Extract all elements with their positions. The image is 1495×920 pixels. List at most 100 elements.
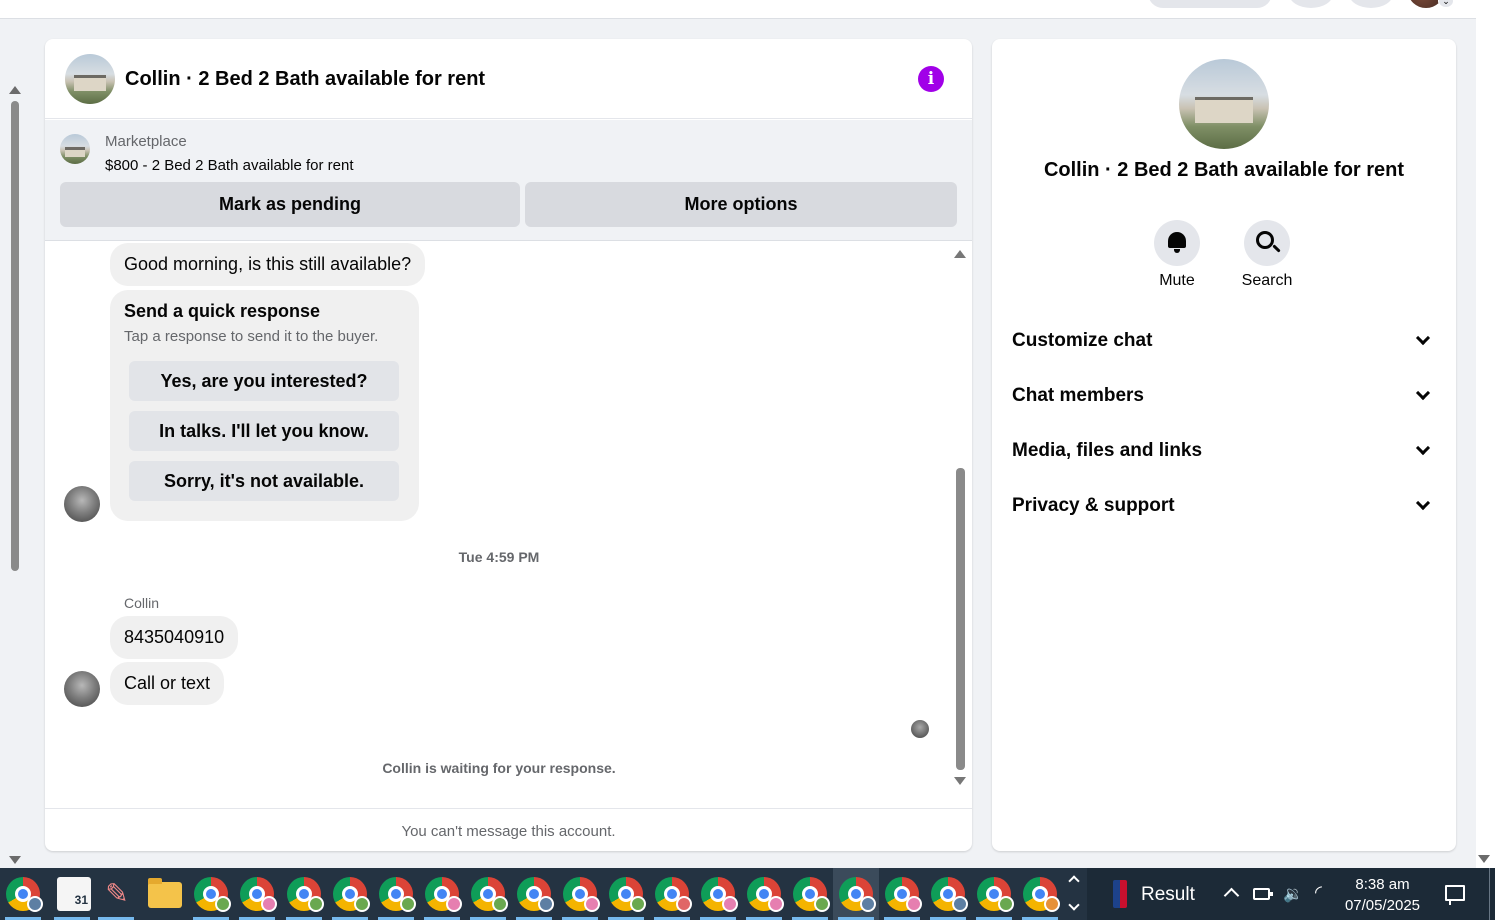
scroll-down-arrow-icon[interactable] [9, 856, 21, 864]
listing-thumbnail[interactable] [60, 134, 90, 164]
search-action[interactable]: Search [1232, 220, 1302, 290]
chrome-icon[interactable] [333, 877, 370, 912]
chrome-icon[interactable] [471, 877, 508, 912]
chrome-icon[interactable] [194, 877, 231, 912]
chrome-icon[interactable] [977, 877, 1014, 912]
mark-as-pending-button[interactable]: Mark as pending [60, 182, 520, 227]
wifi-icon[interactable]: ◜ [1315, 882, 1322, 903]
read-receipt-avatar [911, 720, 929, 738]
chevron-down-icon[interactable] [1068, 899, 1080, 911]
section-chat-members[interactable]: Chat members [1012, 376, 1436, 416]
section-customize-chat[interactable]: Customize chat [1012, 321, 1436, 361]
message-bubble: Call or text [110, 662, 225, 705]
info-title: Collin · 2 Bed 2 Bath available for rent [1043, 159, 1405, 181]
chrome-icon[interactable] [517, 877, 554, 912]
chrome-icon[interactable] [793, 877, 830, 912]
search-button[interactable] [1244, 220, 1290, 266]
section-media-files-links[interactable]: Media, files and links [1012, 431, 1436, 471]
scroll-down-arrow-icon[interactable] [954, 777, 966, 785]
sender-avatar[interactable] [64, 671, 100, 707]
quick-response-card: Send a quick response Tap a response to … [110, 290, 419, 521]
sender-name: Collin [124, 595, 160, 611]
right-scrollbar[interactable] [1476, 0, 1495, 868]
listing-source: Marketplace [105, 133, 187, 150]
quick-response-title: Send a quick response [124, 301, 321, 321]
message-timestamp: Tue 4:59 PM [458, 549, 540, 565]
chevron-down-icon [1415, 495, 1431, 511]
waiting-notice: Collin is waiting for your response. [382, 760, 616, 776]
calendar-app-icon[interactable]: 31 [57, 877, 91, 911]
notifications-button[interactable] [1349, 0, 1393, 8]
clock[interactable]: 8:38 am 07/05/2025 [1335, 874, 1430, 916]
search-icon [1256, 231, 1274, 249]
file-explorer-icon[interactable] [148, 878, 182, 908]
section-label: Chat members [1012, 385, 1144, 406]
chrome-icon[interactable] [1023, 877, 1060, 912]
top-nav-pill-button[interactable] [1148, 0, 1272, 8]
clock-date: 07/05/2025 [1344, 897, 1421, 914]
chrome-icon[interactable] [379, 877, 416, 912]
clock-time: 8:38 am [1355, 876, 1410, 893]
scrollbar-thumb[interactable] [11, 101, 19, 571]
widget-label[interactable]: Result [1141, 884, 1195, 906]
taskbar-app-icon[interactable] [6, 877, 43, 912]
show-hidden-icons-icon[interactable] [1223, 887, 1240, 904]
bell-icon [1168, 232, 1186, 253]
chevron-up-icon[interactable] [1068, 875, 1080, 887]
nba-icon[interactable] [1113, 880, 1127, 908]
chevron-down-icon [1415, 440, 1431, 456]
mute-action[interactable]: Mute [1142, 220, 1212, 290]
chat-header: Collin · 2 Bed 2 Bath available for rent… [45, 39, 972, 119]
quick-response-subtitle: Tap a response to send it to the buyer. [124, 328, 379, 345]
scroll-up-arrow-icon[interactable] [954, 250, 966, 258]
chrome-icon[interactable] [563, 877, 600, 912]
chat-panel: Collin · 2 Bed 2 Bath available for rent… [45, 39, 972, 851]
section-privacy-support[interactable]: Privacy & support [1012, 486, 1436, 526]
sender-avatar[interactable] [64, 486, 100, 522]
chevron-down-icon [1415, 385, 1431, 401]
chevron-down-icon[interactable]: ⌄ [1438, 0, 1454, 8]
paint-app-icon[interactable]: ✎ [100, 877, 134, 911]
chrome-icon[interactable] [240, 877, 277, 912]
section-label: Media, files and links [1012, 440, 1203, 461]
show-desktop-button[interactable] [1489, 868, 1490, 920]
listing-description[interactable]: $800 - 2 Bed 2 Bath available for rent [105, 157, 354, 174]
mute-button[interactable] [1154, 220, 1200, 266]
cannot-message-notice: You can't message this account. [45, 808, 972, 851]
section-label: Privacy & support [1012, 495, 1175, 516]
quick-response-in-talks-button[interactable]: In talks. I'll let you know. [129, 411, 399, 451]
message-list: Good morning, is this still available? S… [45, 242, 972, 808]
listing-avatar[interactable] [65, 54, 115, 104]
chrome-icon[interactable] [885, 877, 922, 912]
top-navigation-bar: ⌄ [0, 0, 1476, 19]
message-bubble: 8435040910 [110, 616, 239, 659]
listing-avatar-large[interactable] [1179, 59, 1269, 149]
page-scrollbar[interactable] [0, 19, 26, 868]
quick-response-interested-button[interactable]: Yes, are you interested? [129, 361, 399, 401]
chrome-icon[interactable] [931, 877, 968, 912]
scrollbar-thumb[interactable] [956, 468, 965, 770]
volume-icon[interactable]: 🔉 [1283, 884, 1303, 904]
calendar-date: 31 [74, 893, 88, 907]
chrome-icon[interactable] [839, 877, 876, 912]
info-icon[interactable]: i [918, 66, 944, 92]
mute-label: Mute [1159, 272, 1195, 289]
battery-icon[interactable] [1253, 888, 1273, 900]
chrome-icon[interactable] [287, 877, 324, 912]
chrome-icon[interactable] [655, 877, 692, 912]
chevron-down-icon [1415, 330, 1431, 346]
chat-title[interactable]: Collin · 2 Bed 2 Bath available for rent [125, 68, 485, 91]
chrome-icon[interactable] [609, 877, 646, 912]
quick-response-not-available-button[interactable]: Sorry, it's not available. [129, 461, 399, 501]
chrome-icon[interactable] [425, 877, 462, 912]
chrome-icon[interactable] [701, 877, 738, 912]
chrome-icon[interactable] [747, 877, 784, 912]
scroll-down-arrow-icon[interactable] [1478, 855, 1490, 863]
taskbar-scroll[interactable] [1066, 868, 1086, 920]
scroll-up-arrow-icon[interactable] [9, 86, 21, 94]
search-label: Search [1241, 272, 1293, 289]
menu-button[interactable] [1289, 0, 1333, 8]
notification-center-icon[interactable] [1445, 885, 1465, 905]
more-options-button[interactable]: More options [525, 182, 957, 227]
windows-taskbar: 31 ✎ Result 🔉 ◜ 8:38 am 07/05/2025 [0, 868, 1495, 920]
